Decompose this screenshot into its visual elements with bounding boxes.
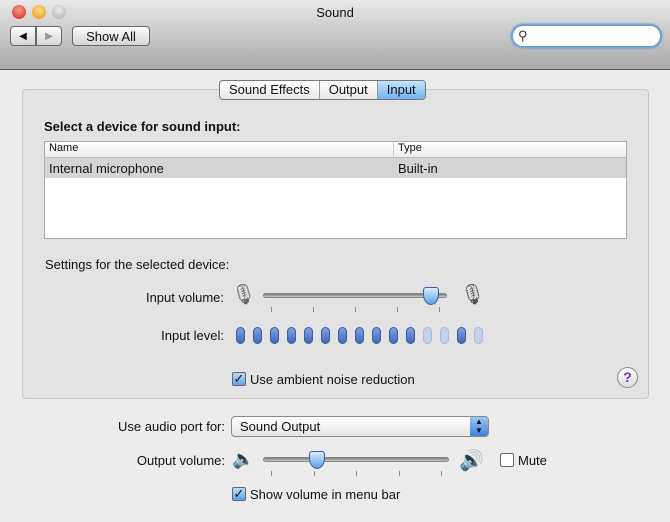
show-volume-label: Show volume in menu bar	[250, 487, 401, 502]
output-volume-label: Output volume:	[136, 453, 225, 468]
level-pip	[253, 327, 262, 344]
level-pip	[423, 327, 432, 344]
help-button[interactable]: ?	[617, 367, 638, 388]
speaker-high-icon: 🔊	[459, 450, 484, 472]
slider-tick	[356, 471, 357, 476]
level-pip	[474, 327, 483, 344]
slider-tick	[398, 471, 400, 476]
microphone-low-icon: 🎙	[231, 284, 257, 306]
level-pip	[406, 327, 415, 344]
level-pip	[321, 327, 330, 344]
device-name: Internal microphone	[49, 160, 164, 176]
audio-port-select[interactable]: Sound Output ▲ ▼	[231, 416, 489, 437]
mute-checkbox[interactable]	[500, 453, 514, 467]
slider-tick	[313, 471, 315, 476]
input-panel	[22, 89, 649, 399]
settings-label: Settings for the selected device:	[45, 257, 230, 272]
input-level-meter	[236, 327, 483, 344]
level-pip	[236, 327, 245, 344]
tab-output[interactable]: Output	[320, 81, 378, 99]
show-volume-checkbox[interactable]: ✓	[232, 487, 246, 501]
level-pip	[440, 327, 449, 344]
microphone-high-icon: 🎙	[460, 284, 486, 306]
show-all-button[interactable]: Show All	[72, 26, 150, 46]
noise-reduction-label: Use ambient noise reduction	[250, 372, 415, 387]
device-type: Built-in	[398, 160, 438, 176]
output-volume-slider[interactable]	[263, 451, 449, 477]
level-pip	[389, 327, 398, 344]
level-pip	[304, 327, 313, 344]
speaker-low-icon: 🔈	[232, 449, 255, 469]
input-volume-label: Input volume:	[145, 290, 224, 305]
slider-tick	[355, 307, 356, 312]
level-pip	[287, 327, 296, 344]
slider-tick	[271, 471, 272, 476]
slider-tick	[439, 307, 440, 312]
level-pip	[338, 327, 347, 344]
level-pip	[270, 327, 279, 344]
noise-reduction-checkbox[interactable]: ✓	[232, 372, 246, 386]
slider-thumb[interactable]	[308, 451, 325, 469]
tab-input[interactable]: Input	[377, 81, 425, 99]
level-pip	[457, 327, 466, 344]
back-button[interactable]: ◀	[10, 26, 36, 46]
slider-tick	[397, 307, 398, 312]
level-pip	[372, 327, 381, 344]
window-title: Sound	[316, 5, 354, 20]
tab-bar: Sound Effects Output Input	[219, 80, 426, 100]
chevron-updown-icon: ▲ ▼	[470, 417, 488, 436]
forward-button[interactable]: ▶	[36, 26, 62, 46]
tab-sound-effects[interactable]: Sound Effects	[220, 81, 320, 99]
slider-tick	[313, 307, 314, 312]
slider-tick	[441, 471, 442, 476]
slider-tick	[271, 307, 272, 312]
audio-port-value: Sound Output	[240, 419, 321, 434]
slider-thumb[interactable]	[422, 287, 439, 305]
level-pip	[355, 327, 364, 344]
audio-port-label: Use audio port for:	[118, 419, 225, 434]
column-type[interactable]: Type	[394, 142, 422, 157]
search-icon: ⚲	[518, 28, 528, 43]
table-row[interactable]: Internal microphone Built-in	[45, 158, 626, 178]
column-name[interactable]: Name	[45, 142, 394, 157]
input-level-label: Input level:	[161, 328, 224, 343]
input-volume-slider[interactable]	[263, 287, 447, 313]
mute-label: Mute	[518, 453, 547, 468]
device-table: Name Type Internal microphone Built-in	[44, 141, 627, 239]
device-heading: Select a device for sound input:	[44, 119, 241, 134]
search-field[interactable]: ⚲	[511, 24, 662, 48]
